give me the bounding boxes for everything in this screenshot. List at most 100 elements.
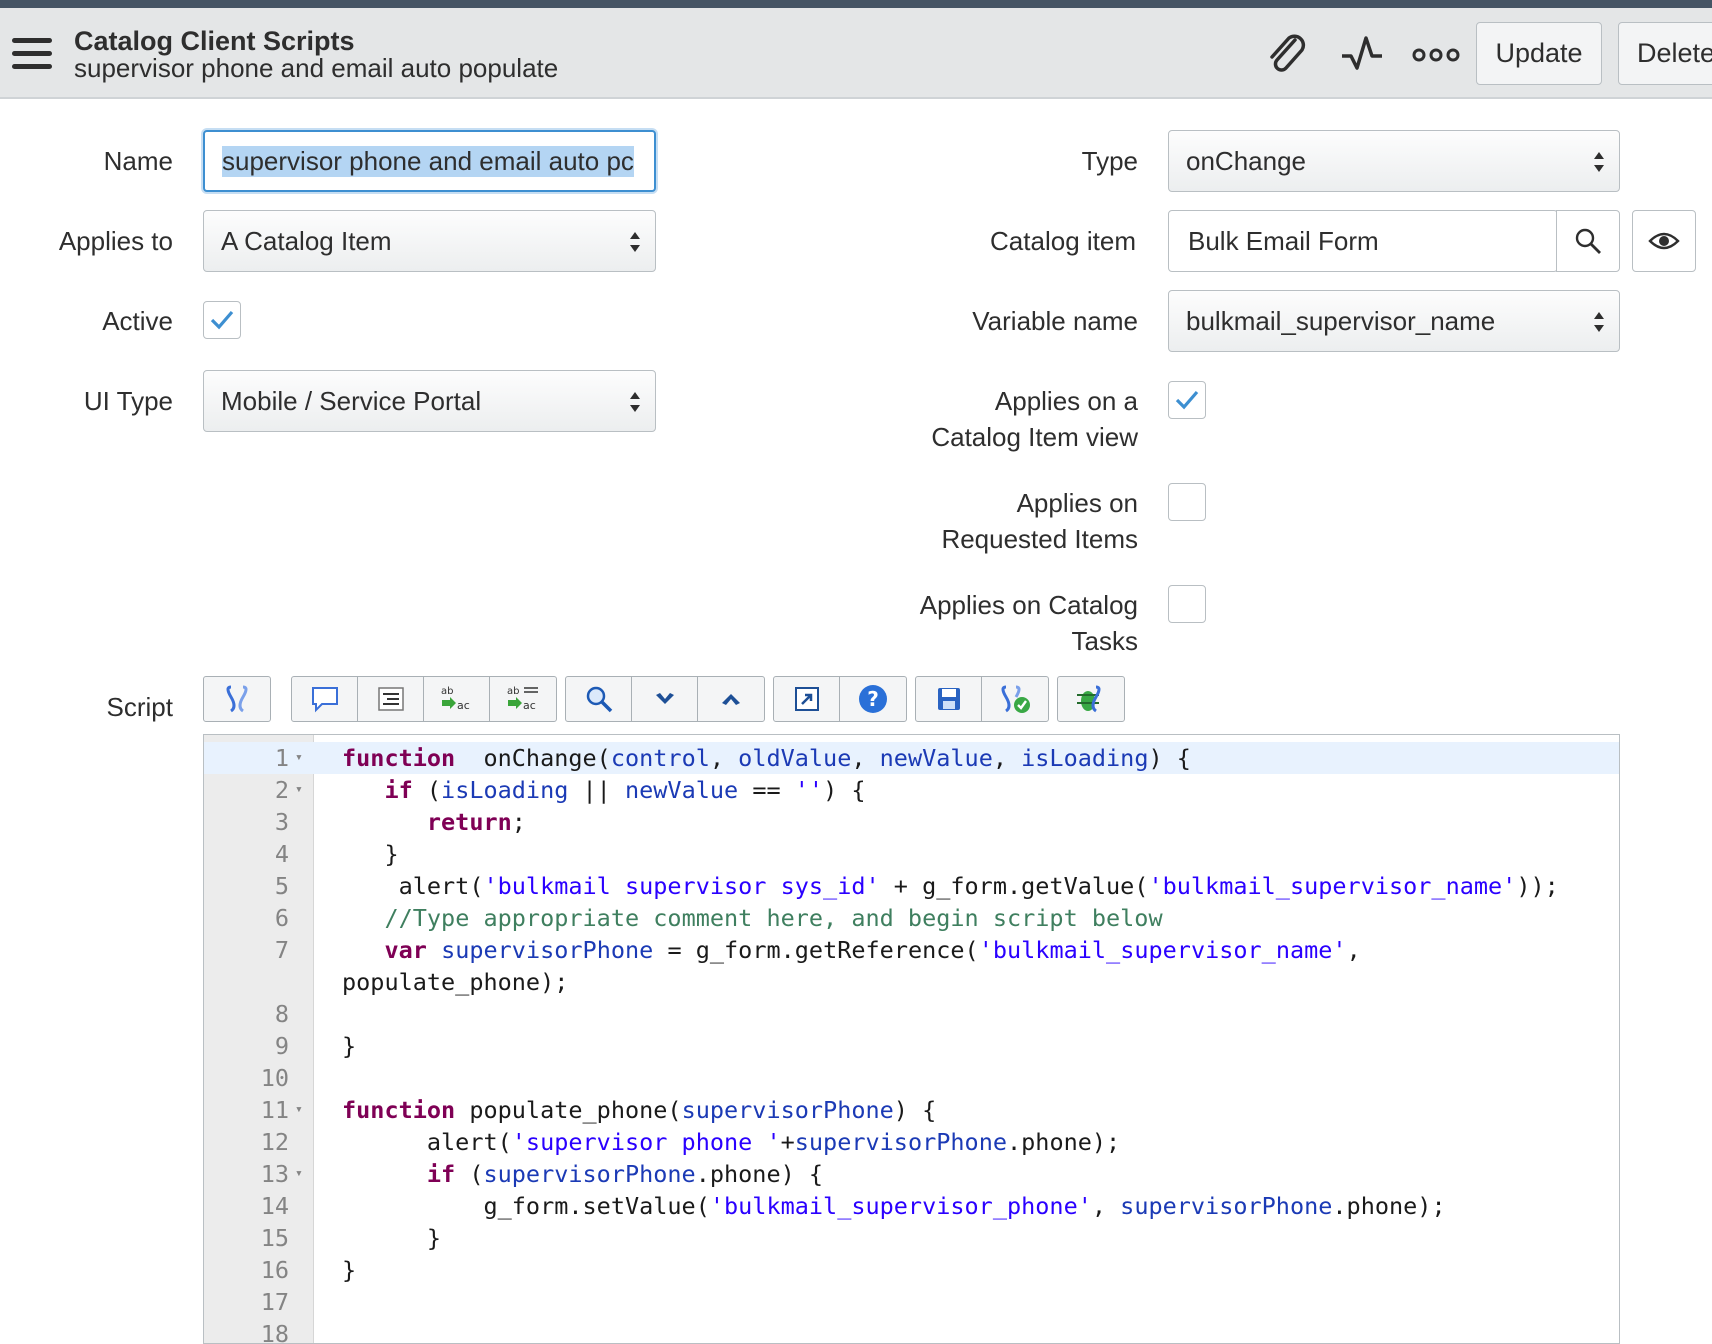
code-content[interactable]: 1 ▾ function onChange(control, oldValue, n… <box>204 742 1619 1343</box>
name-field[interactable]: supervisor phone and email auto pc <box>203 130 656 192</box>
code-line[interactable]: 10 <box>204 1062 1619 1094</box>
replace-all-icon[interactable]: ab ac <box>490 677 556 721</box>
line-number: 6 <box>274 904 289 932</box>
format-code-icon[interactable] <box>204 677 270 721</box>
code-token: , <box>709 744 739 772</box>
more-options-icon[interactable] <box>1410 30 1464 80</box>
code-text: return; <box>342 806 526 838</box>
select-caret-icon <box>1594 312 1604 332</box>
applies-requested-items-checkbox[interactable] <box>1168 483 1206 521</box>
comment-icon[interactable] <box>292 677 358 721</box>
ui-type-label: UI Type <box>83 386 173 416</box>
debug-icon[interactable] <box>1058 677 1124 721</box>
type-label: Type <box>1081 146 1138 176</box>
previous-icon[interactable] <box>698 677 764 721</box>
help-icon[interactable]: ? <box>840 677 906 721</box>
code-line[interactable]: 6 //Type appropriate comment here, and b… <box>204 902 1619 934</box>
type-select[interactable]: onChange <box>1168 130 1620 192</box>
record-subtitle: supervisor phone and email auto populate <box>74 53 559 83</box>
code-token: alert( <box>342 872 484 900</box>
code-line[interactable]: 13 ▾ if (supervisorPhone.phone) { <box>204 1158 1619 1190</box>
code-token: populate_phone( <box>455 1096 682 1124</box>
select-caret-icon <box>630 232 640 252</box>
code-token: , <box>851 744 880 772</box>
toolbar-group-debug <box>1057 676 1125 722</box>
code-line[interactable]: 11 ▾ function populate_phone(supervisorPho… <box>204 1094 1619 1126</box>
code-line[interactable]: 1 ▾ function onChange(control, oldValue, n… <box>204 742 1619 774</box>
applies-catalog-tasks-label: Applies on Catalog Tasks <box>919 590 1138 656</box>
code-token: , <box>1346 936 1361 964</box>
code-text: //Type appropriate comment here, and beg… <box>342 902 1163 934</box>
code-token: 'supervisor phone ' <box>511 1128 781 1156</box>
line-number: 10 <box>260 1064 289 1092</box>
catalog-item-field[interactable]: Bulk Email Form <box>1168 210 1558 272</box>
active-checkbox[interactable] <box>203 301 241 339</box>
fold-toggle-icon[interactable]: ▾ <box>295 1158 303 1190</box>
replace-icon[interactable]: ab ac <box>424 677 490 721</box>
syntax-check-icon[interactable] <box>982 677 1048 721</box>
search-icon[interactable] <box>566 677 632 721</box>
next-icon[interactable] <box>632 677 698 721</box>
applies-catalog-item-view-checkbox[interactable] <box>1168 381 1206 419</box>
code-token: isLoading <box>1021 744 1149 772</box>
code-token: isLoading <box>441 776 569 804</box>
code-line[interactable]: 16} <box>204 1254 1619 1286</box>
code-line[interactable]: 12 alert('supervisor phone '+supervisorP… <box>204 1126 1619 1158</box>
fold-toggle-icon[interactable]: ▾ <box>295 774 303 806</box>
catalog-item-preview-button[interactable] <box>1632 210 1696 272</box>
select-caret-icon <box>630 392 640 412</box>
ui-type-select[interactable]: Mobile / Service Portal <box>203 370 656 432</box>
code-line[interactable]: 18 <box>204 1318 1619 1343</box>
catalog-item-lookup-button[interactable] <box>1556 210 1620 272</box>
fold-toggle-icon[interactable]: ▾ <box>295 742 303 774</box>
line-number: 11 <box>260 1096 289 1124</box>
variable-name-select[interactable]: bulkmail_supervisor_name <box>1168 290 1620 352</box>
code-token: g_form.setValue( <box>342 1192 710 1220</box>
fullscreen-icon[interactable] <box>774 677 840 721</box>
code-text: if (isLoading || newValue == '') { <box>342 774 865 806</box>
code-token: //Type appropriate comment here, and beg… <box>384 904 1163 932</box>
save-icon[interactable] <box>916 677 982 721</box>
toolbar-group-view: ? <box>773 676 907 722</box>
code-text: } <box>342 1254 356 1286</box>
code-line[interactable]: 7 var supervisorPhone = g_form.getRefere… <box>204 934 1619 966</box>
line-number: 4 <box>274 840 289 868</box>
code-line[interactable]: 2 ▾ if (isLoading || newValue == '') { <box>204 774 1619 806</box>
toolbar-group-edit: ab ac ab ac <box>291 676 557 722</box>
delete-button[interactable]: Delete <box>1618 22 1712 85</box>
script-editor[interactable]: 1 ▾ function onChange(control, oldValue, n… <box>203 734 1620 1344</box>
code-token: == <box>738 776 795 804</box>
line-number: 9 <box>274 1032 289 1060</box>
paperclip-icon[interactable] <box>1262 30 1312 80</box>
code-token: 'bulkmail_supervisor_name' <box>978 936 1347 964</box>
fold-toggle-icon[interactable]: ▾ <box>295 1094 303 1126</box>
code-token: supervisorPhone <box>441 936 654 964</box>
indent-icon[interactable] <box>358 677 424 721</box>
top-stripe <box>0 0 1712 8</box>
code-line[interactable]: 15 } <box>204 1222 1619 1254</box>
line-number: 15 <box>260 1224 289 1252</box>
applies-catalog-tasks-checkbox[interactable] <box>1168 585 1206 623</box>
code-line[interactable]: populate_phone); <box>204 966 1619 998</box>
code-line[interactable]: 14 g_form.setValue('bulkmail_supervisor_… <box>204 1190 1619 1222</box>
code-line[interactable]: 5 alert('bulkmail supervisor sys_id' + g… <box>204 870 1619 902</box>
activity-icon[interactable] <box>1338 30 1388 80</box>
applies-to-select[interactable]: A Catalog Item <box>203 210 656 272</box>
code-line[interactable]: 17 <box>204 1286 1619 1318</box>
active-label: Active <box>102 306 173 336</box>
code-token: } <box>342 1032 357 1060</box>
code-text: } <box>342 838 398 870</box>
line-number: 13 <box>260 1160 289 1188</box>
code-token: ; <box>511 808 526 836</box>
toolbar-group-save <box>915 676 1049 722</box>
update-button[interactable]: Update <box>1476 22 1602 85</box>
code-line[interactable]: 4 } <box>204 838 1619 870</box>
menu-icon[interactable] <box>12 38 52 72</box>
code-line[interactable]: 8 <box>204 998 1619 1030</box>
toolbar-group-format <box>203 676 271 722</box>
code-line[interactable]: 3 return; <box>204 806 1619 838</box>
code-token: function <box>342 744 456 772</box>
code-line[interactable]: 9} <box>204 1030 1619 1062</box>
